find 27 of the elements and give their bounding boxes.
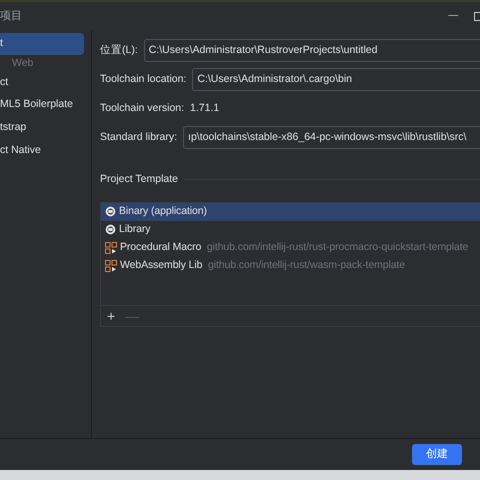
- rust-icon: [105, 206, 116, 218]
- field-label: Toolchain location:: [100, 72, 186, 87]
- input-field[interactable]: C:\Users\Administrator\.cargo\bin: [192, 68, 480, 92]
- window-title: 项目: [0, 8, 22, 24]
- sidebar-item[interactable]: t: [0, 33, 84, 55]
- template-item[interactable]: Procedural Macro github.com/intellij-rust/rust-procmacro-quickstart-template: [101, 238, 480, 257]
- template-icon: [105, 260, 117, 272]
- rust-icon: [105, 224, 116, 236]
- group-header: Web: [11, 56, 34, 71]
- version-text: 1.71.1: [190, 100, 220, 116]
- minimize-button[interactable]: —: [448, 11, 458, 21]
- add-button[interactable]: +: [105, 308, 118, 323]
- field-label: Toolchain version:: [100, 100, 184, 116]
- sidebar-item[interactable]: ct: [0, 72, 84, 94]
- sidebar-item[interactable]: ct Native: [0, 140, 84, 162]
- create-button[interactable]: 创建: [412, 444, 462, 465]
- template-item[interactable]: Binary (application): [101, 202, 480, 221]
- template-item[interactable]: Library: [101, 220, 480, 239]
- sidebar-item[interactable]: tstrap: [0, 117, 84, 139]
- input-field[interactable]: C:\Users\Administrator\RustroverProjects\untitled: [144, 38, 480, 62]
- section-title: Project Template: [100, 172, 178, 187]
- field-label: Standard library:: [100, 130, 178, 145]
- template-item[interactable]: WebAssembly Lib github.com/intellij-rust/wasm-pack-template: [101, 256, 480, 275]
- template-icon: [105, 242, 117, 254]
- input-field[interactable]: ıp\toolchains\stable-x86_64-pc-windows-msvc\lib\rustlib\src\: [183, 126, 480, 150]
- sidebar-item[interactable]: ML5 Boilerplate: [0, 94, 84, 116]
- field-label: 位置(L):: [100, 42, 138, 58]
